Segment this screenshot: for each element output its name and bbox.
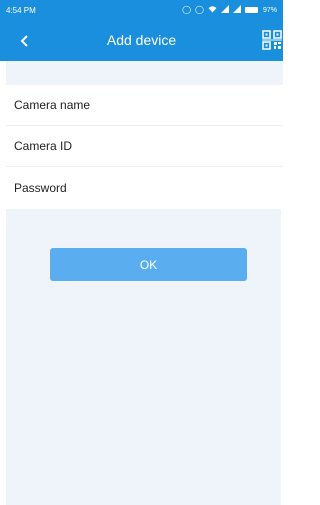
- app-bar: Add device: [0, 20, 283, 61]
- password-field[interactable]: Password: [6, 167, 283, 209]
- ok-button[interactable]: OK: [50, 248, 247, 281]
- battery-percent: 97%: [262, 6, 277, 14]
- signal-icon: [232, 5, 241, 15]
- camera-id-field[interactable]: Camera ID: [6, 126, 283, 167]
- qr-scan-button[interactable]: [262, 30, 282, 50]
- status-icons: ◯ ◯ 97%: [182, 5, 277, 15]
- battery-icon: [244, 7, 258, 13]
- wifi-icon: [208, 5, 217, 15]
- camera-name-field[interactable]: Camera name: [6, 85, 283, 126]
- page-title: Add device: [106, 32, 177, 48]
- add-device-screen: 4:54 PM ◯ ◯ 97% Add device Camera name C…: [0, 0, 283, 505]
- camera-id-label: Camera ID: [14, 139, 73, 153]
- form-spacer: [6, 61, 283, 85]
- signal-icon: [220, 5, 229, 15]
- qr-code-scan-icon: [262, 30, 282, 50]
- camera-name-label: Camera name: [14, 98, 91, 112]
- alarm-icon: ◯: [195, 5, 204, 14]
- add-device-form: Camera name Camera ID Password: [6, 85, 283, 209]
- status-bar: 4:54 PM ◯ ◯ 97%: [0, 0, 283, 20]
- password-label: Password: [14, 181, 67, 195]
- vibrate-icon: ◯: [182, 5, 192, 14]
- status-time: 4:54 PM: [6, 5, 36, 15]
